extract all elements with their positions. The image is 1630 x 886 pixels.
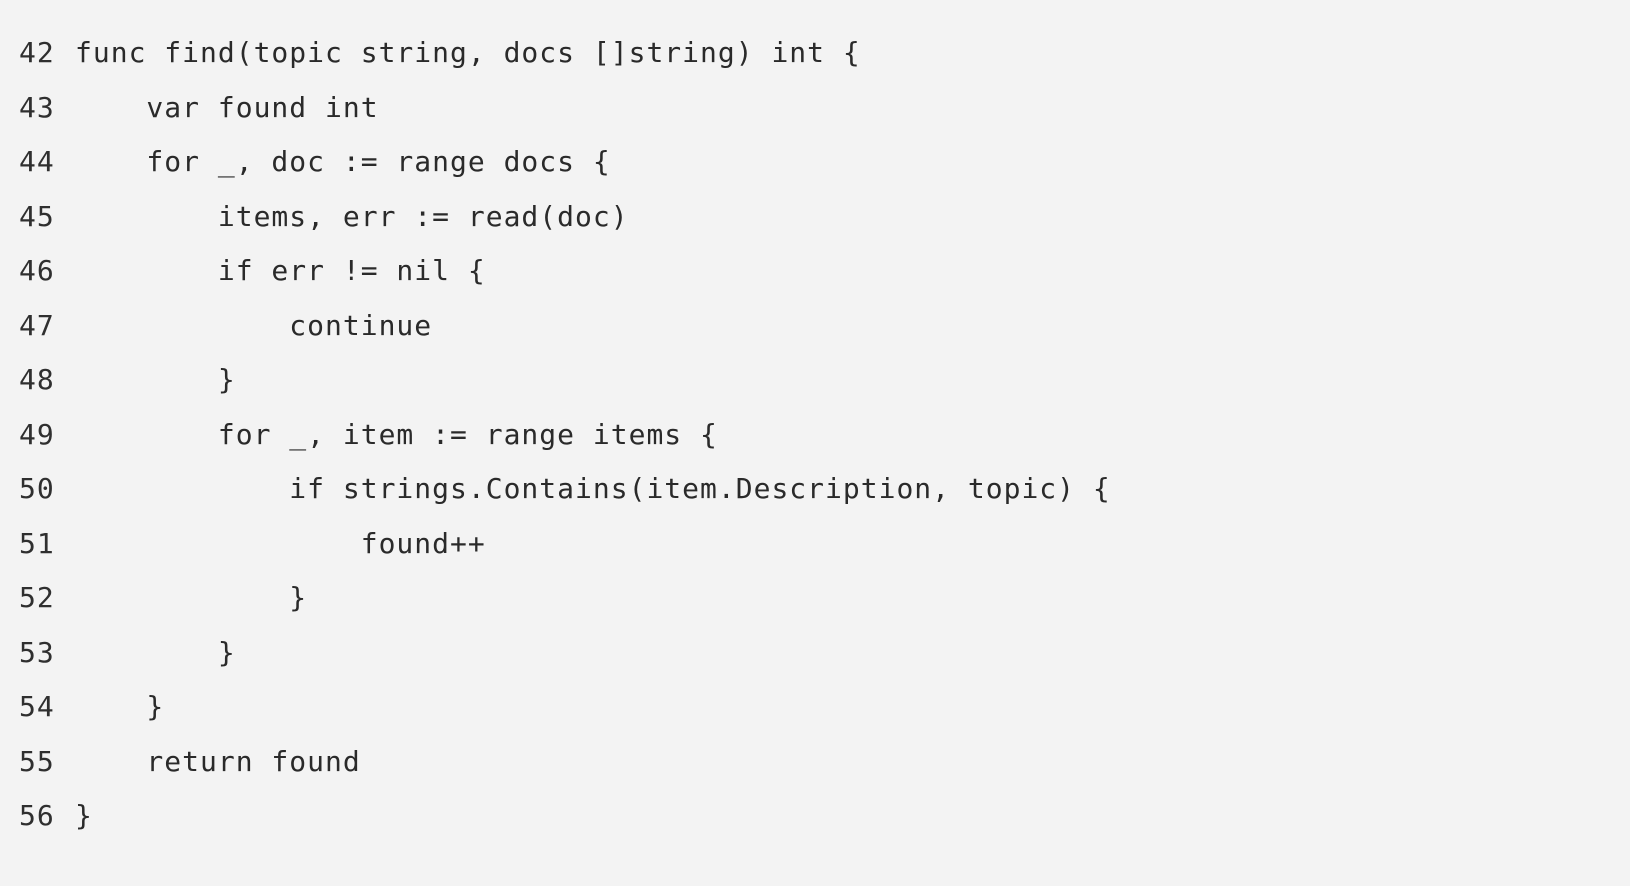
code-line: 48 } [0, 351, 236, 407]
code-line: 50 if strings.Contains(item.Description,… [0, 460, 1111, 516]
line-number: 42 [19, 35, 55, 69]
code-line: 47 continue [0, 297, 432, 353]
line-number: 43 [19, 90, 55, 124]
line-text: } [75, 798, 93, 832]
code-line: 55 return found [0, 733, 361, 789]
code-line: 56} [0, 787, 93, 843]
line-text: if strings.Contains(item.Description, to… [75, 471, 1111, 505]
line-number: 45 [19, 199, 55, 233]
line-text: } [75, 689, 165, 723]
code-viewer: 42 func find(topic string, docs []string)… [0, 0, 1630, 886]
line-number: 56 [19, 798, 55, 832]
line-number: 44 [19, 144, 55, 178]
line-text: var found int [75, 90, 379, 124]
code-line: 53 } [0, 624, 236, 680]
line-text: } [75, 362, 236, 396]
line-text: for _, item := range items { [75, 417, 718, 451]
line-text: } [75, 635, 236, 669]
line-number: 49 [19, 417, 55, 451]
code-line: 42 func find(topic string, docs []string)… [0, 24, 861, 80]
line-number: 54 [19, 689, 55, 723]
line-number: 55 [19, 744, 55, 778]
line-text: items, err := read(doc) [75, 199, 629, 233]
line-number: 48 [19, 362, 55, 396]
code-line: 52 } [0, 569, 307, 625]
code-line: 43 var found int [0, 79, 379, 135]
code-line: 51 found++ [0, 515, 486, 571]
line-text: for _, doc := range docs { [75, 144, 611, 178]
code-line: 45 items, err := read(doc) [0, 188, 629, 244]
line-number: 50 [19, 471, 55, 505]
code-line: 44 for _, doc := range docs { [0, 133, 611, 189]
line-text: found++ [75, 526, 486, 560]
line-text: continue [75, 308, 433, 342]
code-line: 46 if err != nil { [0, 242, 486, 298]
line-text: if err != nil { [75, 253, 486, 287]
line-number: 53 [19, 635, 55, 669]
line-number: 46 [19, 253, 55, 287]
line-text: } [75, 580, 308, 614]
line-number: 51 [19, 526, 55, 560]
line-text: return found [75, 744, 361, 778]
code-line: 54 } [0, 678, 164, 734]
line-number: 52 [19, 580, 55, 614]
code-line: 49 for _, item := range items { [0, 406, 718, 462]
line-text: func find(topic string, docs []string) i… [75, 35, 861, 69]
line-number: 47 [19, 308, 55, 342]
